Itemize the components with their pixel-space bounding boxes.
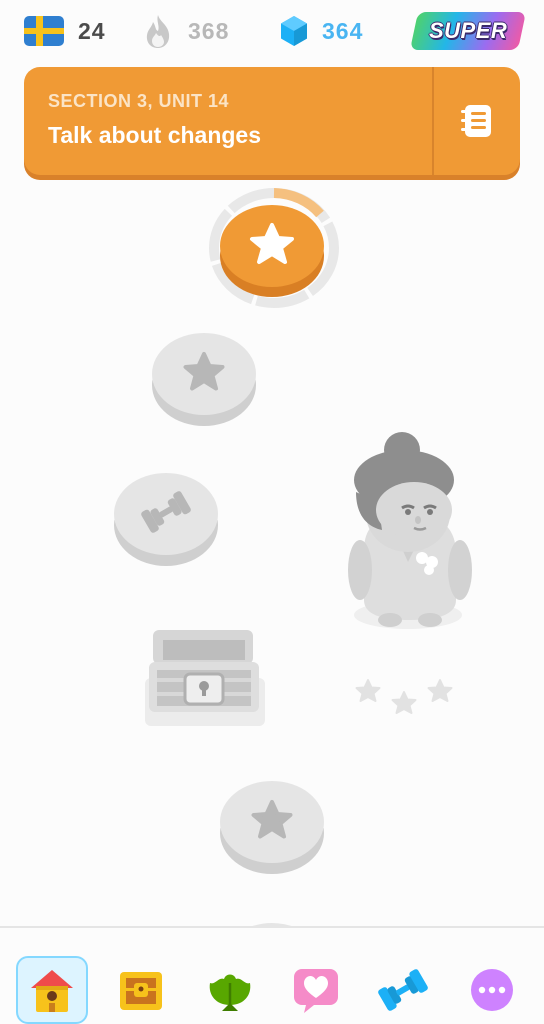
star-icon bbox=[355, 679, 381, 702]
flag-count: 24 bbox=[78, 17, 106, 44]
treasure-chest-node[interactable] bbox=[145, 628, 267, 728]
streak-count: 368 bbox=[188, 17, 230, 44]
nav-more[interactable] bbox=[456, 954, 528, 1024]
star-icon bbox=[427, 679, 453, 702]
status-bar: 24 368 364 SUPER bbox=[0, 0, 544, 64]
nav-practice[interactable] bbox=[367, 954, 439, 1024]
nav-profile[interactable] bbox=[280, 954, 352, 1024]
lesson-node-current[interactable] bbox=[219, 202, 325, 298]
flame-icon bbox=[146, 15, 170, 48]
shell-icon bbox=[209, 974, 251, 1011]
nav-learn[interactable] bbox=[16, 956, 88, 1024]
gems-count: 364 bbox=[322, 17, 364, 44]
gem-icon bbox=[281, 16, 307, 46]
unit-banner: SECTION 3, UNIT 14 Talk about changes bbox=[24, 67, 520, 175]
home-icon bbox=[31, 970, 73, 1012]
course-flag-button[interactable]: 24 bbox=[24, 12, 106, 50]
bottom-nav bbox=[0, 926, 544, 1024]
nav-leagues[interactable] bbox=[105, 954, 177, 1024]
guidebook-button[interactable] bbox=[434, 67, 520, 175]
super-badge[interactable]: SUPER bbox=[409, 12, 527, 50]
star-icon bbox=[391, 691, 417, 714]
lesson-node-locked[interactable] bbox=[151, 328, 257, 428]
unit-title: Talk about changes bbox=[48, 122, 262, 148]
guidebook-icon bbox=[461, 105, 491, 137]
heart-message-icon bbox=[294, 969, 338, 1013]
nav-quests[interactable] bbox=[194, 954, 266, 1024]
lesson-node-locked[interactable] bbox=[219, 776, 325, 876]
treasure-chest-icon bbox=[120, 972, 162, 1010]
super-label: SUPER bbox=[428, 18, 508, 43]
section-label: SECTION 3, UNIT 14 bbox=[48, 91, 230, 111]
sweden-flag-icon bbox=[24, 16, 64, 46]
grandma-character-illustration bbox=[348, 432, 472, 629]
dumbbell-icon bbox=[378, 969, 428, 1011]
streak-button[interactable]: 368 bbox=[142, 12, 229, 50]
gems-button[interactable]: 364 bbox=[280, 12, 363, 50]
character-stars bbox=[355, 679, 453, 714]
more-icon bbox=[471, 969, 513, 1011]
practice-node-locked[interactable] bbox=[113, 468, 219, 568]
